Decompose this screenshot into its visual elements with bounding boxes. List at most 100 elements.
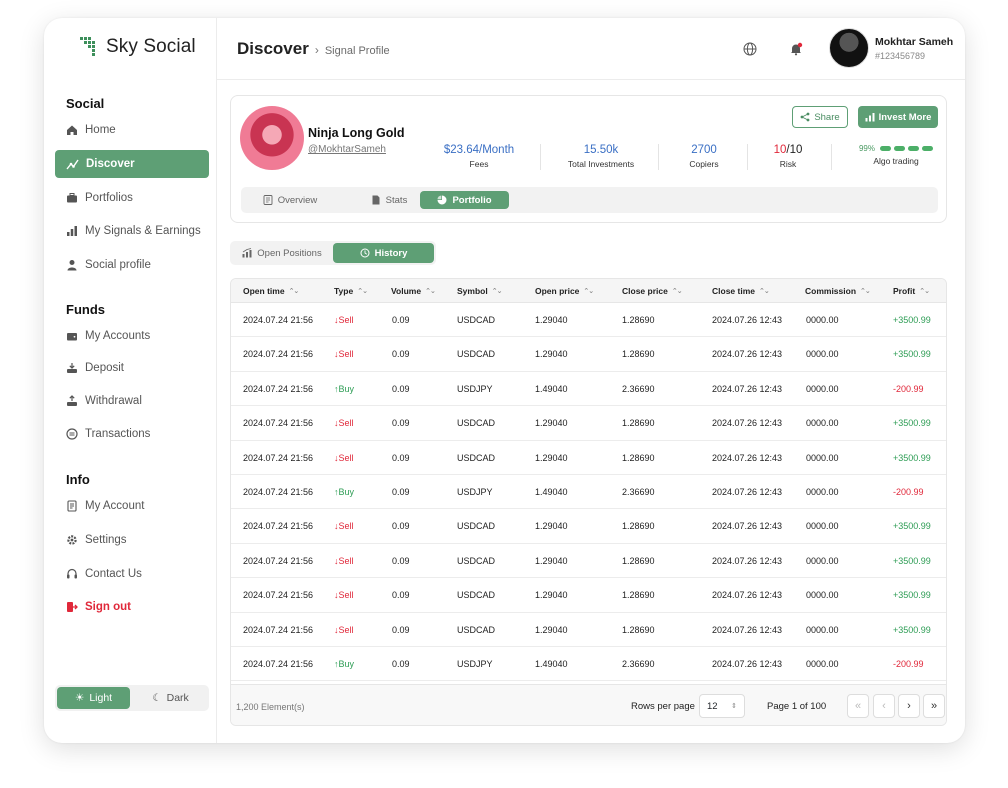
share-icon [800,112,810,122]
cell-open-time: 2024.07.24 21:56 [243,521,314,532]
sidebar-item-transactions[interactable]: Transactions [55,420,209,448]
cell-close-price: 1.28690 [622,418,655,429]
sidebar-item-settings[interactable]: Settings [55,526,209,554]
sidebar-item-withdrawal[interactable]: Withdrawal [55,387,209,415]
sun-icon: ☀ [74,692,85,704]
cell-profit: +3500.99 [893,590,931,601]
cell-open-time: 2024.07.24 21:56 [243,555,314,566]
sidebar-item-deposit[interactable]: Deposit [55,354,209,382]
cell-volume: 0.09 [392,590,410,601]
nav-section-funds: Funds [66,302,105,317]
bar-chart-icon [67,226,77,236]
user-menu[interactable]: Mokhtar Sameh #123456789 [829,28,953,68]
table-row[interactable]: 2024.07.24 21:56 ↓Sell 0.09 USDCAD 1.29040 1.… [231,578,946,613]
risk-total: /10 [786,144,803,156]
column-type[interactable]: Type ⌃⌄ [334,286,368,296]
stat-algo-trading: 99% Algo trading [851,144,941,166]
bell-icon [791,42,803,56]
cell-volume: 0.09 [392,659,410,669]
signal-handle[interactable]: @MokhtarSameh [308,144,386,155]
signal-avatar [240,106,304,170]
theme-dark-button[interactable]: ☾ Dark [134,687,207,709]
cell-close-time: 2024.07.26 12:43 [712,659,783,669]
risk-value: 10 [773,144,787,156]
sidebar-item-label: Social profile [85,259,151,271]
table-row[interactable]: 2024.07.24 21:56 ↓Sell 0.09 USDCAD 1.29040 1.… [231,406,946,441]
sidebar-item-sign-out[interactable]: Sign out [55,593,209,621]
tab-open-positions[interactable]: Open Positions [234,243,330,263]
cell-profit: +3500.99 [893,555,931,566]
cell-profit: +3500.99 [893,452,931,463]
pie-icon [437,195,447,205]
cell-type: ↓Sell [334,315,354,325]
header: Discover › Signal Profile Mokhtar Sameh … [217,18,965,80]
file-icon [372,195,380,205]
cell-volume: 0.09 [392,383,410,394]
cell-open-price: 1.49040 [535,487,568,497]
column-profit[interactable]: Profit ⌃⌄ [893,286,930,296]
table-row[interactable]: 2024.07.24 21:56 ↑Buy 0.09 USDJPY 1.49040 2.3… [231,647,946,682]
invest-more-button[interactable]: Invest More [858,106,938,128]
table-row[interactable]: 2024.07.24 21:56 ↓Sell 0.09 USDCAD 1.29040 1.… [231,613,946,647]
cell-profit: +3500.99 [893,624,931,635]
column-open-price[interactable]: Open price ⌃⌄ [535,286,594,296]
sidebar-item-my-accounts[interactable]: My Accounts [55,322,209,350]
prev-page-button[interactable]: ‹ [873,694,895,718]
table-row[interactable]: 2024.07.24 21:56 ↓Sell 0.09 USDCAD 1.29040 1.… [231,337,946,372]
sidebar-item-my-account[interactable]: My Account [55,492,209,520]
sort-icon: ⌃⌄ [425,288,436,295]
sidebar-item-home[interactable]: Home [55,116,209,144]
cell-profit: +3500.99 [893,315,931,325]
column-symbol[interactable]: Symbol ⌃⌄ [457,286,503,296]
cell-open-price: 1.29040 [535,555,568,566]
signal-profile-card: Ninja Long Gold @MokhtarSameh $23.64/Mon… [230,95,947,223]
table-row[interactable]: 2024.07.24 21:56 ↓Sell 0.09 USDCAD 1.29040 1.… [231,544,946,579]
table-row[interactable]: 2024.07.24 21:56 ↑Buy 0.09 USDJPY 1.49040 2.3… [231,372,946,407]
withdrawal-icon [67,395,77,406]
cell-type: ↓Sell [334,624,354,635]
algo-percent: 99% [858,144,875,153]
breadcrumb-current: Signal Profile [324,45,390,57]
cell-type: ↓Sell [334,452,354,463]
column-volume[interactable]: Volume ⌃⌄ [391,286,436,296]
cell-type: ↑Buy [334,383,355,394]
theme-light-button[interactable]: ☀ Light [57,687,130,709]
history-icon [360,248,370,258]
last-page-button[interactable]: » [923,694,945,718]
tab-portfolio[interactable]: Portfolio [420,191,509,209]
share-button[interactable]: Share [792,106,848,128]
cell-open-time: 2024.07.24 21:56 [243,487,314,497]
sidebar-item-social-profile[interactable]: Social profile [55,251,209,279]
page-title[interactable]: Discover [237,39,309,59]
sidebar-item-label: Home [85,124,116,136]
tab-stats[interactable]: Stats [359,191,419,209]
table-row[interactable]: 2024.07.24 21:56 ↓Sell 0.09 USDCAD 1.29040 1.… [231,509,946,544]
table-row[interactable]: 2024.07.24 21:56 ↑Buy 0.09 USDJPY 1.49040 2.3… [231,475,946,510]
sidebar-item-label: Withdrawal [85,395,142,407]
user-icon [67,260,77,271]
sidebar-item-signals[interactable]: My Signals & Earnings [55,217,209,245]
table-row[interactable]: 2024.07.24 21:56 ↓Sell 0.09 USDCAD 1.29040 1.… [231,303,946,338]
sidebar-item-portfolios[interactable]: Portfolios [55,184,209,212]
theme-toggle: ☀ Light ☾ Dark [55,685,209,711]
cell-close-price: 2.36690 [622,487,655,497]
logo[interactable]: Sky Social [80,36,196,58]
sidebar-item-label: Transactions [85,428,151,440]
first-page-button[interactable]: « [847,694,869,718]
sort-icon: ⌃⌄ [491,288,503,295]
cell-volume: 0.09 [392,487,410,497]
sidebar-item-discover[interactable]: Discover [55,150,209,178]
stat-risk: 10/10 Risk [773,144,803,169]
column-commission[interactable]: Commission ⌃⌄ [805,286,871,296]
next-page-button[interactable]: › [898,694,920,718]
column-close-time[interactable]: Close time ⌃⌄ [712,286,770,296]
rows-per-page-select[interactable]: 12 ⇕ [699,694,745,718]
tab-overview[interactable]: Overview [255,191,325,209]
sidebar-item-contact-us[interactable]: Contact Us [55,560,209,588]
table-row[interactable]: 2024.07.24 21:56 ↓Sell 0.09 USDCAD 1.29040 1.… [231,441,946,475]
column-open-time[interactable]: Open time ⌃⌄ [243,286,299,296]
column-close-price[interactable]: Close price ⌃⌄ [622,286,683,296]
tab-history[interactable]: History [333,243,434,263]
globe-button[interactable] [740,39,760,59]
notifications-button[interactable] [786,39,806,59]
